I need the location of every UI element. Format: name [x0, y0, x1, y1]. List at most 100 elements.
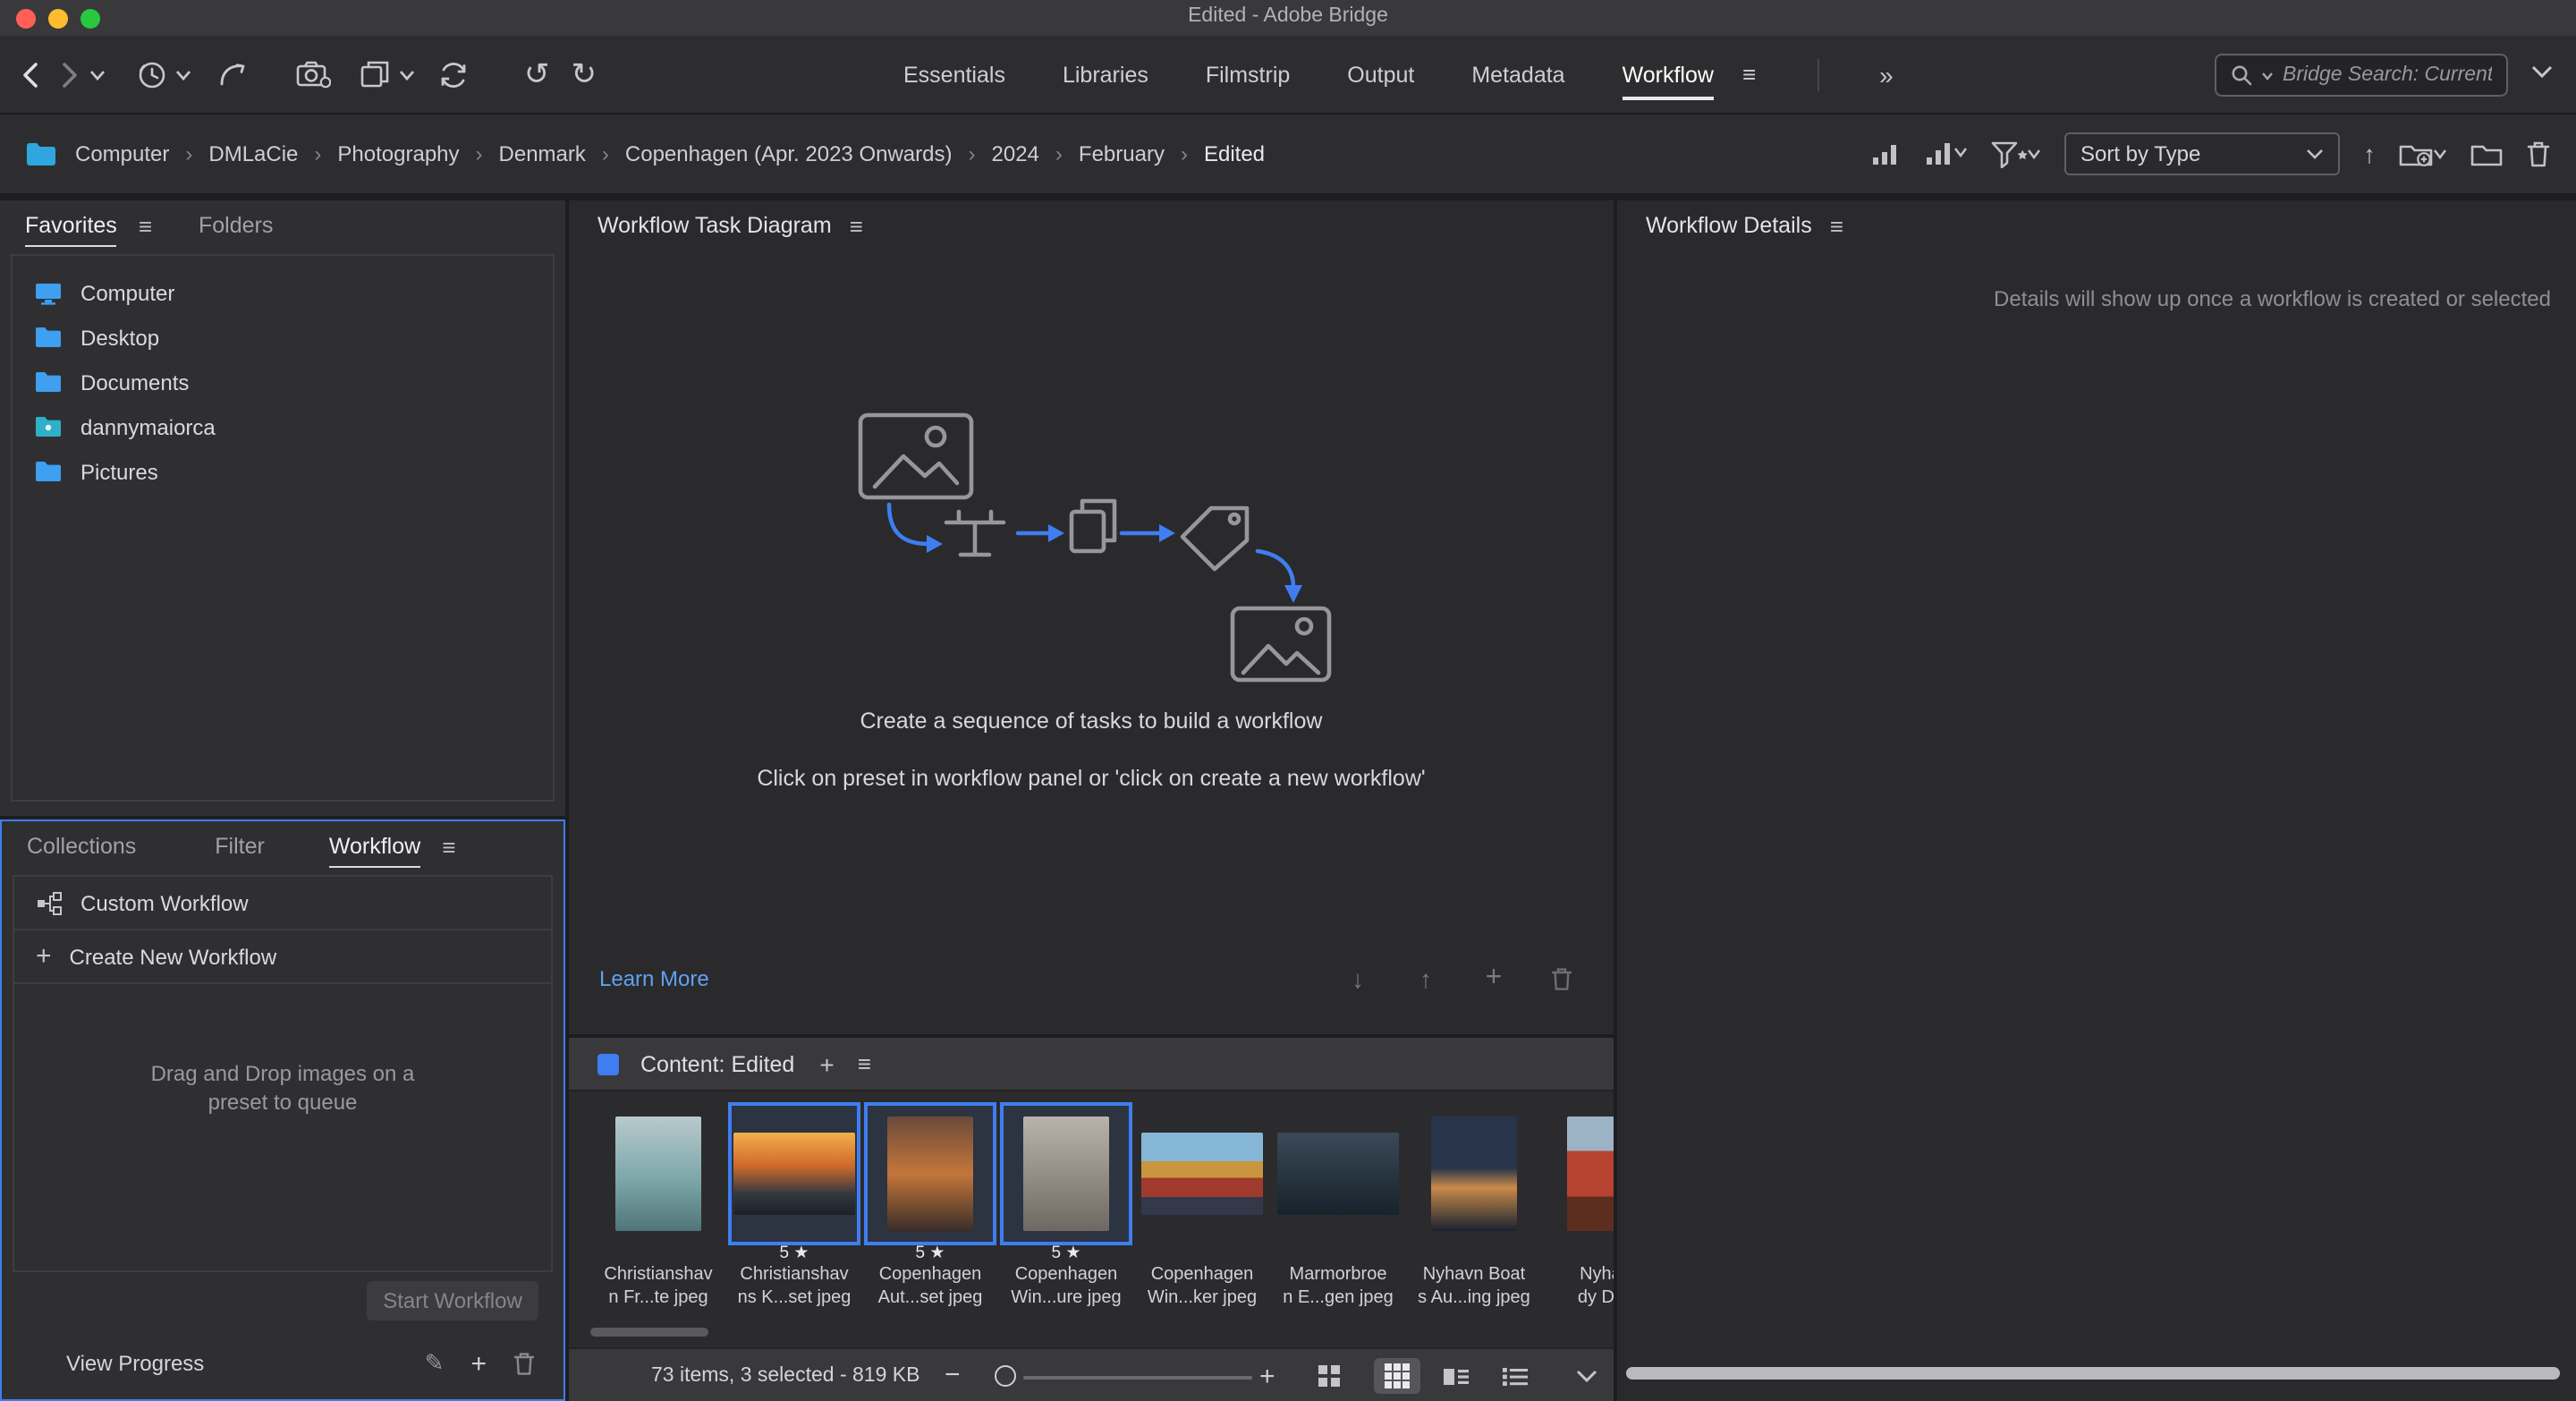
- content-thumbnail-selected[interactable]: 5 ★ Christianshavns K...set jpeg: [726, 1104, 862, 1310]
- back-icon[interactable]: [21, 60, 39, 89]
- recent-files-icon[interactable]: [134, 57, 168, 91]
- add-workflow-icon[interactable]: +: [470, 1350, 487, 1377]
- panel-accent-icon: [597, 1053, 619, 1074]
- tab-filmstrip[interactable]: Filmstrip: [1206, 62, 1290, 87]
- tab-workflow-panel[interactable]: Workflow: [329, 834, 420, 859]
- content-thumbnail-selected[interactable]: 5 ★ CopenhagenAut...set jpeg: [862, 1104, 998, 1310]
- horizontal-scrollbar[interactable]: [590, 1328, 708, 1337]
- filter-funnel-icon[interactable]: [1991, 140, 2041, 167]
- diagram-title: Workflow Task Diagram: [597, 213, 832, 238]
- move-task-up-icon[interactable]: ↑: [1408, 963, 1444, 995]
- breadcrumb-separator: ›: [969, 141, 976, 166]
- view-list-icon[interactable]: [1492, 1358, 1538, 1394]
- favorites-item-documents[interactable]: Documents: [13, 360, 553, 404]
- view-progress-button[interactable]: View Progress: [66, 1351, 204, 1376]
- flow-arrow: [889, 505, 928, 544]
- learn-more-link[interactable]: Learn More: [599, 966, 709, 991]
- new-folder-icon[interactable]: [2470, 140, 2503, 167]
- breadcrumb-item[interactable]: Computer: [75, 141, 169, 166]
- photo-thumbnail: [887, 1117, 973, 1231]
- boomerang-icon[interactable]: [216, 58, 249, 90]
- breadcrumb-item[interactable]: February: [1079, 141, 1165, 166]
- tab-libraries[interactable]: Libraries: [1063, 62, 1148, 87]
- import-from-camera-icon[interactable]: [295, 59, 331, 89]
- favorites-item-user[interactable]: dannymaiorca: [13, 404, 553, 449]
- content-thumbnail-selected[interactable]: 5 ★ CopenhagenWin...ure jpeg: [998, 1104, 1134, 1310]
- tab-collections[interactable]: Collections: [27, 834, 136, 859]
- refresh-icon[interactable]: [436, 58, 470, 90]
- new-folder-dropdown-icon[interactable]: [2399, 140, 2447, 167]
- breadcrumb-item[interactable]: Copenhagen (Apr. 2023 Onwards): [625, 141, 953, 166]
- undo-icon[interactable]: ↺: [524, 59, 550, 89]
- details-empty-message: Details will show up once a workflow is …: [1994, 286, 2551, 311]
- close-window-button[interactable]: [16, 8, 36, 28]
- content-thumbnail[interactable]: Christianshavn Fr...te jpeg: [590, 1104, 726, 1310]
- nav-dropdown-icon[interactable]: [89, 69, 106, 80]
- zoom-slider-knob[interactable]: [995, 1365, 1016, 1387]
- create-new-workflow-button[interactable]: + Create New Workflow: [14, 930, 551, 984]
- zoom-in-icon[interactable]: +: [1259, 1362, 1275, 1392]
- breadcrumb-item[interactable]: Denmark: [499, 141, 586, 166]
- workspace-menu-icon[interactable]: ≡: [1742, 61, 1756, 88]
- favorites-menu-icon[interactable]: ≡: [139, 212, 152, 239]
- sort-by-select[interactable]: Sort by Type: [2064, 132, 2340, 175]
- add-task-icon[interactable]: +: [1476, 963, 1512, 995]
- tab-output[interactable]: Output: [1347, 62, 1414, 87]
- start-workflow-button[interactable]: Start Workflow: [367, 1281, 538, 1320]
- content-menu-icon[interactable]: ≡: [858, 1050, 871, 1077]
- view-options-chevron-icon[interactable]: [1563, 1358, 1610, 1394]
- view-thumbnails-icon[interactable]: [1306, 1358, 1352, 1394]
- toolbar-chevron-down-icon[interactable]: [2531, 64, 2553, 79]
- view-grid-icon[interactable]: [1374, 1358, 1420, 1394]
- breadcrumb-item[interactable]: DMLaCie: [208, 141, 298, 166]
- forward-icon[interactable]: [61, 60, 79, 89]
- redo-icon[interactable]: ↻: [572, 59, 597, 89]
- photo-thumbnail: [1431, 1117, 1517, 1231]
- duplicate-icon[interactable]: [360, 59, 392, 89]
- content-thumbnail[interactable]: Nyhavndy Day i: [1542, 1104, 1614, 1310]
- workflow-panel-menu-icon[interactable]: ≡: [442, 833, 455, 860]
- filter-by-rating-icon[interactable]: [1871, 141, 1902, 166]
- view-details-icon[interactable]: [1433, 1358, 1479, 1394]
- diagram-header: Workflow Task Diagram ≡: [569, 200, 1614, 250]
- diagram-menu-icon[interactable]: ≡: [850, 212, 863, 239]
- tab-folders[interactable]: Folders: [199, 213, 273, 238]
- workflow-preset-list: Custom Workflow + Create New Workflow Dr…: [13, 875, 553, 1272]
- sort-by-label: Sort by Type: [2080, 141, 2306, 166]
- favorites-item-pictures[interactable]: Pictures: [13, 449, 553, 494]
- content-thumbnail[interactable]: Marmorbroen E...gen jpeg: [1270, 1104, 1406, 1310]
- favorites-item-computer[interactable]: Computer: [13, 270, 553, 315]
- workflow-panel-tabs: Collections Filter Workflow ≡: [2, 821, 564, 871]
- breadcrumb-item[interactable]: 2024: [992, 141, 1039, 166]
- favorites-item-desktop[interactable]: Desktop: [13, 315, 553, 360]
- content-add-icon[interactable]: +: [819, 1051, 834, 1076]
- tab-metadata[interactable]: Metadata: [1471, 62, 1564, 87]
- content-thumbnail[interactable]: CopenhagenWin...ker jpeg: [1134, 1104, 1270, 1310]
- sort-ascending-icon[interactable]: ↑: [2363, 140, 2376, 168]
- details-menu-icon[interactable]: ≡: [1830, 212, 1843, 239]
- details-horizontal-scrollbar[interactable]: [1626, 1367, 2560, 1380]
- tab-essentials[interactable]: Essentials: [903, 62, 1005, 87]
- tab-favorites[interactable]: Favorites: [25, 213, 117, 238]
- zoom-out-icon[interactable]: −: [945, 1360, 961, 1390]
- move-task-down-icon[interactable]: ↓: [1340, 963, 1376, 995]
- bridge-search-input[interactable]: Bridge Search: Current .: [2215, 54, 2508, 97]
- zoom-slider-track[interactable]: [1023, 1375, 1252, 1379]
- workspace-overflow-icon[interactable]: »: [1879, 60, 1894, 89]
- delete-task-icon[interactable]: [1544, 963, 1580, 995]
- delete-icon[interactable]: [2526, 140, 2551, 168]
- breadcrumb-item-current[interactable]: Edited: [1204, 141, 1265, 166]
- workflow-preset-custom[interactable]: Custom Workflow: [14, 877, 551, 930]
- recent-dropdown-icon[interactable]: [175, 69, 191, 80]
- search-scope-dropdown-icon[interactable]: [2261, 71, 2274, 80]
- delete-workflow-icon[interactable]: [513, 1351, 535, 1376]
- edit-workflow-icon[interactable]: ✎: [425, 1349, 445, 1378]
- filter-by-label-icon[interactable]: [1925, 141, 1968, 166]
- minimize-window-button[interactable]: [48, 8, 68, 28]
- breadcrumb-item[interactable]: Photography: [337, 141, 459, 166]
- content-thumbnail[interactable]: Nyhavn Boats Au...ing jpeg: [1406, 1104, 1542, 1310]
- tab-filter[interactable]: Filter: [215, 834, 265, 859]
- tab-workflow[interactable]: Workflow: [1623, 62, 1714, 87]
- zoom-window-button[interactable]: [80, 8, 100, 28]
- duplicate-dropdown-icon[interactable]: [399, 69, 415, 80]
